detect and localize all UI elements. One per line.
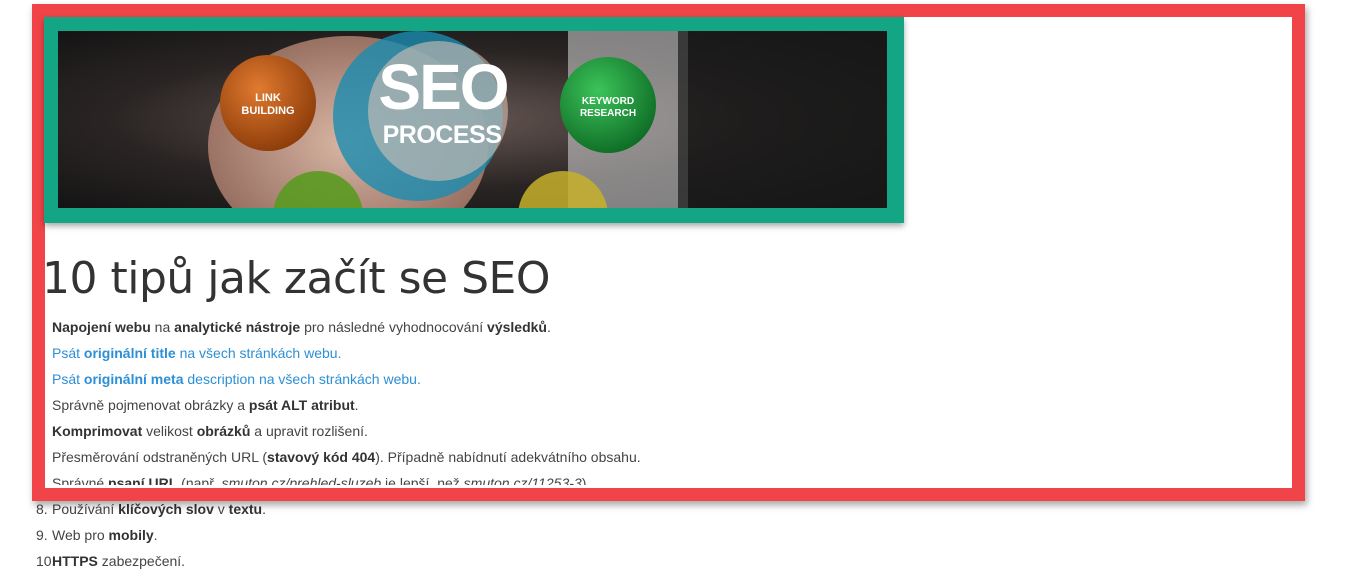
- list-item-text: Web pro: [52, 527, 109, 543]
- banner-frame-green: LINK BUILDING SEO PROCESS KEYWORD RESEAR…: [44, 17, 904, 223]
- text-cutoff-mask: [44, 485, 1294, 489]
- list-item-text: HTTPS: [52, 553, 98, 569]
- list-item-text: a upravit rozlišení.: [250, 423, 368, 439]
- list-item: 1.Napojení webu na analytické nástroje p…: [0, 314, 900, 340]
- list-item-text: na: [150, 319, 175, 335]
- keyword-research-label-1: KEYWORD: [582, 96, 634, 107]
- list-item-text: ). Případně nabídnutí adekvátního obsahu…: [375, 449, 641, 465]
- seo-big-label: SEO: [378, 51, 507, 123]
- list-item[interactable]: 3.Psát originální meta description na vš…: [0, 366, 900, 392]
- link-building-label-2: BUILDING: [241, 105, 294, 117]
- list-item-number: 10.: [36, 553, 56, 569]
- list-item[interactable]: 2.Psát originální title na všech stránká…: [0, 340, 900, 366]
- list-item-text: Psát: [52, 371, 84, 387]
- list-item: 8. Používání klíčových slov v textu.: [0, 496, 900, 522]
- tips-list: 1.Napojení webu na analytické nástroje p…: [0, 314, 900, 574]
- list-item-text: Používání: [52, 501, 119, 517]
- list-item: 6.Přesměrování odstraněných URL (stavový…: [0, 444, 900, 470]
- list-item-text: Komprimovat: [52, 423, 143, 439]
- list-item-text: na všech stránkách webu.: [175, 345, 342, 361]
- list-item-text: .: [354, 397, 359, 413]
- list-item-text: .: [546, 319, 551, 335]
- list-item-text: .: [153, 527, 158, 543]
- list-item-text: mobily: [108, 527, 154, 543]
- list-item: 5.Komprimovat velikost obrázků a upravit…: [0, 418, 900, 444]
- link-building-label-1: LINK: [255, 92, 281, 104]
- list-item-text: textu: [228, 501, 263, 517]
- list-item-text: psát ALT atribut: [248, 397, 355, 413]
- list-item-text: Psát: [52, 345, 84, 361]
- list-item-text: analytické nástroje: [174, 319, 301, 335]
- seo-process-banner-image: LINK BUILDING SEO PROCESS KEYWORD RESEAR…: [58, 31, 887, 208]
- process-label: PROCESS: [383, 121, 502, 149]
- list-item-text: v: [213, 501, 229, 517]
- list-item: 4.Správně pojmenovat obrázky a psát ALT …: [0, 392, 900, 418]
- list-item-text: výsledků: [487, 319, 547, 335]
- list-item-text: obrázků: [196, 423, 251, 439]
- list-item-text: zabezpečení.: [97, 553, 186, 569]
- banner-graphic: LINK BUILDING SEO PROCESS KEYWORD RESEAR…: [58, 31, 887, 208]
- list-item-text: Přesměrování odstraněných URL (: [52, 449, 268, 465]
- list-item-text: velikost: [142, 423, 197, 439]
- list-item-text: .: [262, 501, 266, 517]
- list-item-text: Správně pojmenovat obrázky a: [52, 397, 249, 413]
- list-item-text: klíčových slov: [118, 501, 214, 517]
- list-item-text: pro následné vyhodnocování: [300, 319, 488, 335]
- list-item: 7.Správné psaní URL (např. smuton.cz/pre…: [0, 470, 900, 496]
- keyword-research-label-2: RESEARCH: [580, 108, 636, 119]
- list-item-text: originální meta: [83, 371, 184, 387]
- list-item-number: 9.: [36, 527, 48, 543]
- list-item-number: 8.: [36, 501, 48, 517]
- list-item-text: originální title: [83, 345, 176, 361]
- list-item: 9. Web pro mobily.: [0, 522, 900, 548]
- page-title: 10 tipů jak začít se SEO: [42, 253, 550, 304]
- list-item-text: Napojení webu: [52, 319, 151, 335]
- list-item-text: stavový kód 404: [267, 449, 376, 465]
- list-item-text: description na všech stránkách webu.: [183, 371, 421, 387]
- list-item: 10. HTTPS zabezpečení.: [0, 548, 900, 574]
